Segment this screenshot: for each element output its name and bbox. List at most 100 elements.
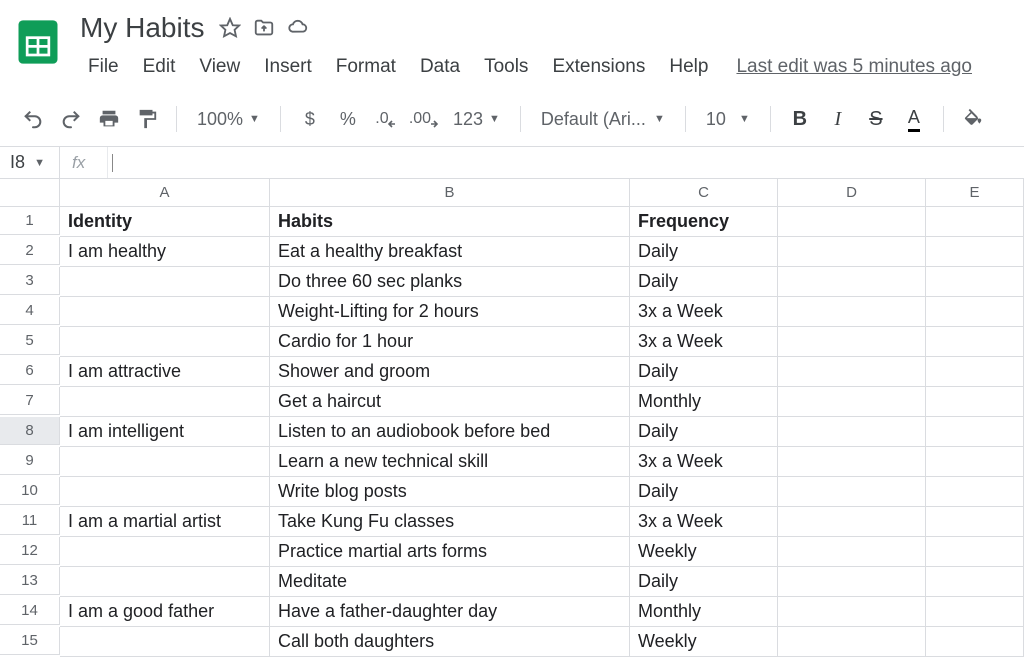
row-header-13[interactable]: 13 [0,567,60,595]
italic-button[interactable]: I [821,102,855,136]
cell-D2[interactable] [778,237,926,267]
menu-file[interactable]: File [76,52,131,82]
row-header-10[interactable]: 10 [0,477,60,505]
cell-B2[interactable]: Eat a healthy breakfast [270,237,630,267]
cell-D3[interactable] [778,267,926,297]
cell-C6[interactable]: Daily [630,357,778,387]
zoom-dropdown[interactable]: 100% ▼ [189,109,268,130]
cell-C14[interactable]: Monthly [630,597,778,627]
move-folder-icon[interactable] [252,16,276,40]
cell-C7[interactable]: Monthly [630,387,778,417]
bold-button[interactable]: B [783,102,817,136]
cell-D9[interactable] [778,447,926,477]
cell-B4[interactable]: Weight-Lifting for 2 hours [270,297,630,327]
formula-bar[interactable] [108,147,1024,178]
cell-B12[interactable]: Practice martial arts forms [270,537,630,567]
cell-C2[interactable]: Daily [630,237,778,267]
row-header-5[interactable]: 5 [0,327,60,355]
cell-D6[interactable] [778,357,926,387]
cell-E15[interactable] [926,627,1024,657]
cell-B14[interactable]: Have a father-daughter day [270,597,630,627]
row-header-7[interactable]: 7 [0,387,60,415]
row-header-9[interactable]: 9 [0,447,60,475]
cell-E12[interactable] [926,537,1024,567]
paint-format-icon[interactable] [130,102,164,136]
cell-D15[interactable] [778,627,926,657]
cell-D7[interactable] [778,387,926,417]
row-header-2[interactable]: 2 [0,237,60,265]
increase-decimal-button[interactable]: .00 [407,102,441,136]
cell-C5[interactable]: 3x a Week [630,327,778,357]
menu-insert[interactable]: Insert [252,52,324,82]
cell-A4[interactable] [60,297,270,327]
font-dropdown[interactable]: Default (Ari... ▼ [533,109,673,130]
cell-E11[interactable] [926,507,1024,537]
cell-E1[interactable] [926,207,1024,237]
column-header-C[interactable]: C [630,179,778,207]
row-header-12[interactable]: 12 [0,537,60,565]
cell-E10[interactable] [926,477,1024,507]
cell-C11[interactable]: 3x a Week [630,507,778,537]
column-header-E[interactable]: E [926,179,1024,207]
row-header-1[interactable]: 1 [0,207,60,235]
decrease-decimal-button[interactable]: .0 [369,102,403,136]
cell-C9[interactable]: 3x a Week [630,447,778,477]
strikethrough-button[interactable]: S [859,102,893,136]
fill-color-button[interactable] [956,102,990,136]
cell-D13[interactable] [778,567,926,597]
cell-B15[interactable]: Call both daughters [270,627,630,657]
redo-icon[interactable] [54,102,88,136]
last-edit-link[interactable]: Last edit was 5 minutes ago [736,56,972,78]
print-icon[interactable] [92,102,126,136]
cell-B3[interactable]: Do three 60 sec planks [270,267,630,297]
cell-A12[interactable] [60,537,270,567]
cell-A5[interactable] [60,327,270,357]
cell-C13[interactable]: Daily [630,567,778,597]
row-header-15[interactable]: 15 [0,627,60,655]
cell-C1[interactable]: Frequency [630,207,778,237]
number-format-dropdown[interactable]: 123 ▼ [445,109,508,130]
menu-extensions[interactable]: Extensions [540,52,657,82]
cell-A6[interactable]: I am attractive [60,357,270,387]
font-size-dropdown[interactable]: 10 ▼ [698,109,758,130]
cell-C8[interactable]: Daily [630,417,778,447]
cell-D8[interactable] [778,417,926,447]
menu-tools[interactable]: Tools [472,52,540,82]
name-box[interactable]: I8 ▼ [0,147,60,178]
cell-A7[interactable] [60,387,270,417]
cell-A14[interactable]: I am a good father [60,597,270,627]
cell-C10[interactable]: Daily [630,477,778,507]
cell-D11[interactable] [778,507,926,537]
menu-view[interactable]: View [187,52,252,82]
cloud-status-icon[interactable] [286,16,310,40]
spreadsheet-grid[interactable]: ABCDE1IdentityHabitsFrequency2I am healt… [0,179,1024,657]
row-header-11[interactable]: 11 [0,507,60,535]
column-header-B[interactable]: B [270,179,630,207]
cell-C4[interactable]: 3x a Week [630,297,778,327]
cell-E14[interactable] [926,597,1024,627]
row-header-8[interactable]: 8 [0,417,60,445]
menu-edit[interactable]: Edit [131,52,188,82]
cell-A3[interactable] [60,267,270,297]
currency-button[interactable]: $ [293,102,327,136]
row-header-14[interactable]: 14 [0,597,60,625]
cell-B6[interactable]: Shower and groom [270,357,630,387]
menu-format[interactable]: Format [324,52,408,82]
cell-D4[interactable] [778,297,926,327]
cell-E5[interactable] [926,327,1024,357]
cell-C3[interactable]: Daily [630,267,778,297]
cell-B5[interactable]: Cardio for 1 hour [270,327,630,357]
percent-button[interactable]: % [331,102,365,136]
cell-E6[interactable] [926,357,1024,387]
cell-D10[interactable] [778,477,926,507]
cell-A8[interactable]: I am intelligent [60,417,270,447]
cell-E2[interactable] [926,237,1024,267]
cell-A2[interactable]: I am healthy [60,237,270,267]
cell-B11[interactable]: Take Kung Fu classes [270,507,630,537]
cell-B9[interactable]: Learn a new technical skill [270,447,630,477]
row-header-3[interactable]: 3 [0,267,60,295]
cell-C12[interactable]: Weekly [630,537,778,567]
cell-D12[interactable] [778,537,926,567]
document-title[interactable]: My Habits [76,10,208,46]
cell-E4[interactable] [926,297,1024,327]
